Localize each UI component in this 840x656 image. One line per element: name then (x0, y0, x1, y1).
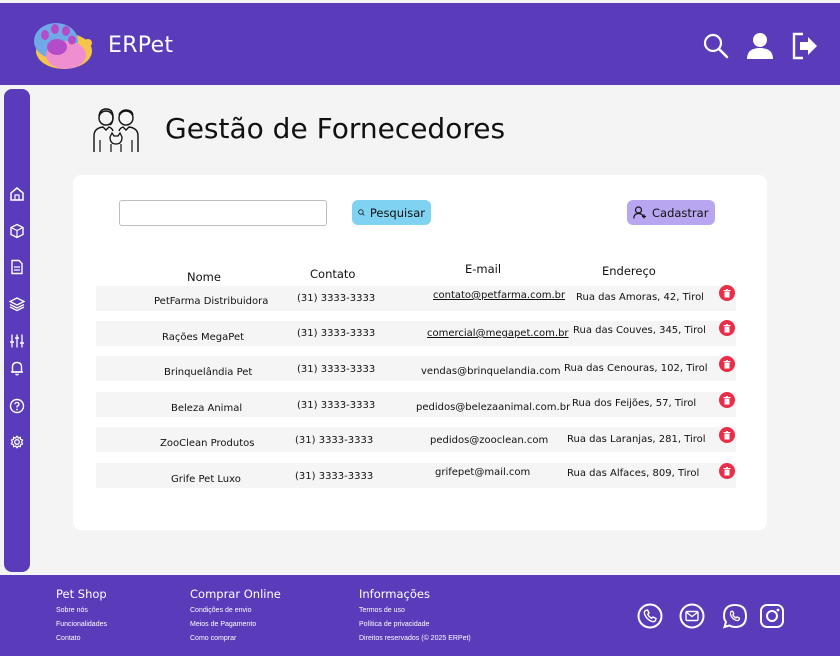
search-icon[interactable] (701, 31, 731, 61)
box-icon[interactable] (9, 223, 25, 239)
user-icon[interactable] (745, 31, 775, 61)
logout-icon[interactable] (790, 31, 820, 61)
supplier-contact: (31) 3333-3333 (297, 293, 376, 304)
add-user-icon (633, 206, 646, 219)
supplier-name: Grife Pet Luxo (171, 474, 241, 485)
whatsapp-icon[interactable] (722, 603, 748, 629)
supplier-email[interactable]: pedidos@belezaanimal.com.br (416, 402, 570, 413)
supplier-name: ZooClean Produtos (160, 438, 255, 449)
supplier-contact: (31) 3333-3333 (297, 400, 376, 411)
footer-link-shipping[interactable]: Condições de envio (190, 607, 252, 614)
instagram-icon[interactable] (759, 603, 785, 629)
supplier-address: Rua das Alfaces, 809, Tirol (567, 468, 700, 479)
supplier-email-link[interactable]: contato@petfarma.com.br (433, 290, 565, 301)
footer-heading-shop-online: Comprar Online (190, 587, 281, 601)
supplier-name: Rações MegaPet (162, 332, 245, 343)
column-header-name: Nome (187, 270, 221, 284)
delete-button[interactable] (719, 356, 735, 372)
footer-link-payment[interactable]: Meios de Pagamento (190, 621, 256, 628)
supplier-name: Brinquelândia Pet (164, 367, 253, 378)
add-supplier-button[interactable]: Cadastrar (627, 200, 715, 225)
column-header-contact: Contato (310, 267, 356, 281)
supplier-name: Beleza Animal (171, 403, 243, 414)
search-icon (358, 209, 365, 216)
supplier-contact: (31) 3333-3333 (295, 471, 374, 482)
search-button[interactable]: Pesquisar (352, 200, 431, 225)
paw-logo-icon (34, 23, 92, 69)
column-header-email: E-mail (465, 262, 502, 276)
trash-icon (723, 466, 731, 475)
footer-link-terms[interactable]: Termos de uso (359, 607, 405, 614)
top-bar: ERPet (0, 3, 840, 85)
sliders-icon[interactable] (9, 333, 25, 349)
trash-icon (723, 288, 731, 297)
layers-icon[interactable] (9, 296, 25, 312)
supplier-address: Rua das Amoras, 42, Tirol (576, 292, 704, 303)
app-title: ERPet (108, 33, 174, 58)
settings-icon[interactable] (9, 434, 25, 450)
email-icon[interactable] (679, 603, 705, 629)
search-input[interactable] (119, 200, 327, 226)
supplier-email[interactable]: vendas@brinquelandia.com (421, 366, 561, 377)
sidebar (4, 89, 30, 572)
delete-button[interactable] (719, 463, 735, 479)
document-icon[interactable] (9, 259, 25, 275)
footer-link-features[interactable]: Funcionalidades (56, 621, 107, 628)
supplier-name: PetFarma Distribuidora (154, 296, 269, 307)
phone-icon[interactable] (637, 603, 663, 629)
bell-icon[interactable] (9, 360, 25, 376)
supplier-address: Rua das Cenouras, 102, Tirol (564, 363, 708, 374)
delete-button[interactable] (719, 392, 735, 408)
people-with-pet-icon (93, 108, 139, 152)
delete-button[interactable] (719, 427, 735, 443)
supplier-contact: (31) 3333-3333 (297, 364, 376, 375)
footer-link-privacy[interactable]: Política de privacidade (359, 621, 429, 628)
delete-button[interactable] (719, 320, 735, 336)
footer-link-contact[interactable]: Contato (56, 635, 81, 642)
supplier-email[interactable]: grifepet@mail.com (435, 467, 530, 478)
footer-heading-petshop: Pet Shop (56, 587, 107, 601)
supplier-email[interactable]: pedidos@zooclean.com (430, 435, 548, 446)
home-icon[interactable] (9, 186, 25, 202)
footer: Pet Shop Sobre nós Funcionalidades Conta… (0, 575, 840, 656)
supplier-address: Rua das Laranjas, 281, Tirol (567, 434, 706, 445)
trash-icon (723, 323, 731, 332)
supplier-address: Rua dos Feijões, 57, Tirol (572, 398, 697, 409)
delete-button[interactable] (719, 285, 735, 301)
supplier-contact: (31) 3333-3333 (297, 328, 376, 339)
supplier-email-link[interactable]: comercial@megapet.com.br (427, 328, 569, 339)
supplier-address: Rua das Couves, 345, Tirol (573, 325, 706, 336)
footer-heading-info: Informações (359, 587, 430, 601)
column-header-address: Endereço (602, 264, 656, 278)
supplier-contact: (31) 3333-3333 (295, 435, 374, 446)
help-icon[interactable] (9, 398, 25, 414)
trash-icon (723, 359, 731, 368)
trash-icon (723, 430, 731, 439)
add-button-label: Cadastrar (652, 205, 709, 220)
footer-link-how-to-buy[interactable]: Como comprar (190, 635, 236, 642)
footer-copyright: Direitos reservados (© 2025 ERPet) (359, 635, 471, 642)
page-title: Gestão de Fornecedores (165, 112, 506, 145)
search-button-label: Pesquisar (369, 205, 425, 220)
footer-link-about[interactable]: Sobre nós (56, 607, 88, 614)
trash-icon (723, 395, 731, 404)
